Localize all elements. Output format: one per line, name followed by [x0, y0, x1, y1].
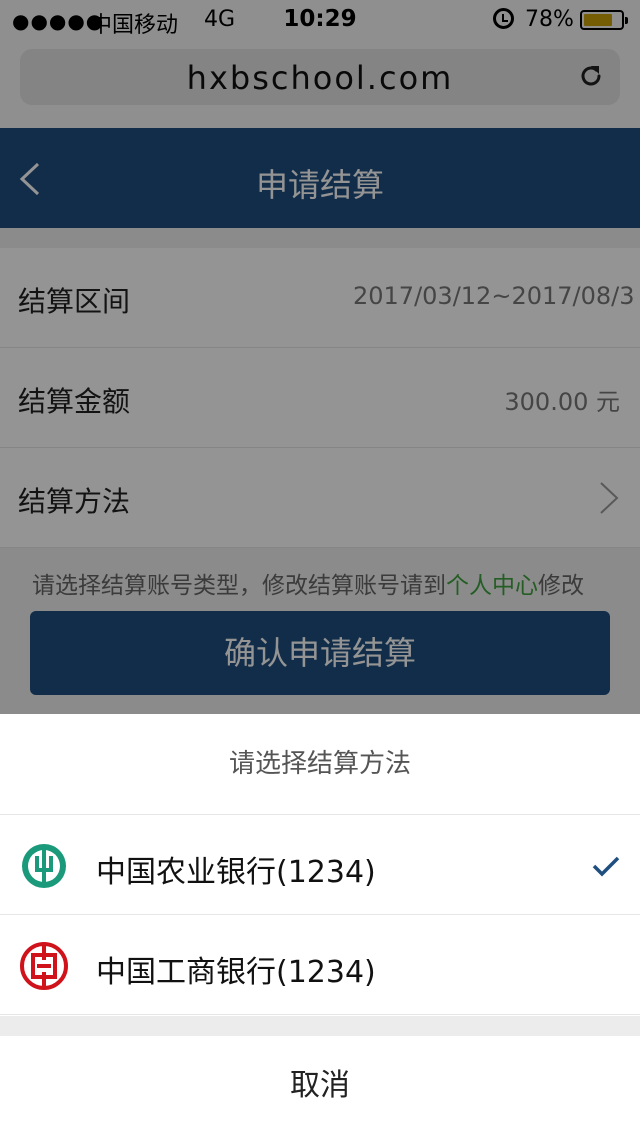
- icbc-bank-logo: [20, 942, 68, 990]
- payment-method-sheet: 请选择结算方法 中国农业银行(1234) 中国工商银行(1234) 取消: [0, 714, 640, 1136]
- option-icbc-label: 中国工商银行(1234): [96, 955, 376, 990]
- option-abc-label: 中国农业银行(1234): [96, 855, 376, 890]
- abc-bank-logo: [22, 844, 66, 888]
- cancel-button[interactable]: 取消: [0, 1036, 640, 1136]
- option-icbc-bank[interactable]: 中国工商银行(1234): [0, 915, 640, 1015]
- sheet-title: 请选择结算方法: [0, 714, 640, 815]
- option-abc-bank[interactable]: 中国农业银行(1234): [0, 815, 640, 915]
- checkmark-icon: [592, 856, 620, 877]
- sheet-divider: [0, 1016, 640, 1036]
